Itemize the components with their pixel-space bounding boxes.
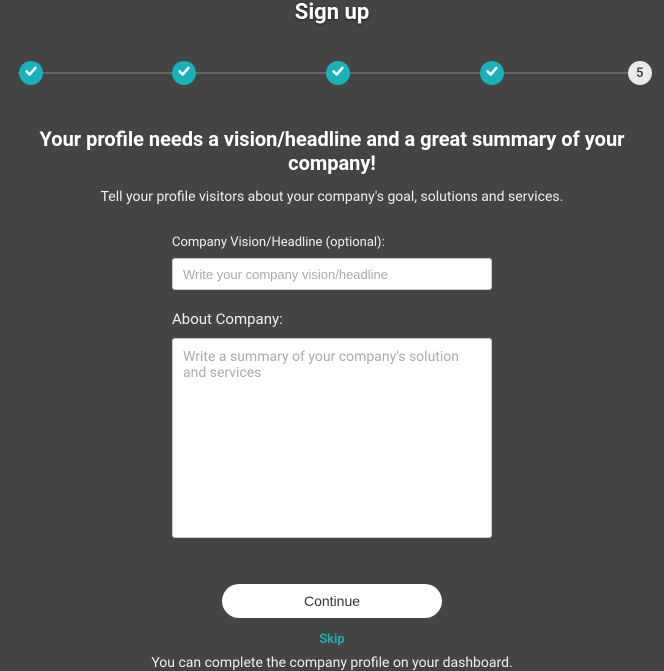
headline: Your profile needs a vision/headline and… xyxy=(20,127,644,175)
step-2 xyxy=(172,61,196,85)
check-icon xyxy=(24,64,38,82)
page-title: Sign up xyxy=(0,0,664,25)
check-icon xyxy=(177,64,191,82)
step-1 xyxy=(19,61,43,85)
footer-note: You can complete the company profile on … xyxy=(0,655,664,671)
about-textarea[interactable] xyxy=(172,338,492,538)
progress-stepper: 5 xyxy=(18,61,646,85)
subheadline: Tell your profile visitors about your co… xyxy=(20,189,644,205)
vision-input[interactable] xyxy=(172,258,492,290)
about-label: About Company: xyxy=(172,310,492,328)
vision-label: Company Vision/Headline (optional): xyxy=(172,235,492,250)
step-3 xyxy=(326,61,350,85)
skip-link[interactable]: Skip xyxy=(319,632,345,647)
step-5: 5 xyxy=(628,61,652,85)
step-number: 5 xyxy=(636,66,643,81)
step-4 xyxy=(480,61,504,85)
check-icon xyxy=(331,64,345,82)
check-icon xyxy=(485,64,499,82)
continue-button[interactable]: Continue xyxy=(222,584,442,618)
company-form: Company Vision/Headline (optional): Abou… xyxy=(172,235,492,542)
